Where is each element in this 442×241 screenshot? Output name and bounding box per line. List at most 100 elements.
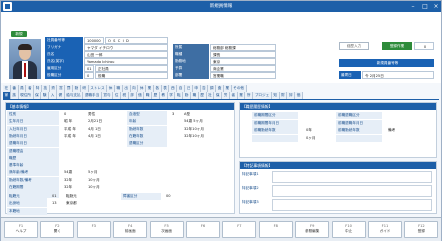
tab-secondary-item[interactable]: 勤 bbox=[183, 92, 191, 99]
function-key-f10[interactable]: F10 中止 bbox=[331, 221, 366, 238]
basic-info-value[interactable]: 平成 年 bbox=[62, 126, 76, 133]
tab-primary-item[interactable]: 向 bbox=[130, 85, 139, 92]
basic-info-value[interactable] bbox=[62, 155, 64, 162]
tab-secondary-item[interactable]: 家 bbox=[3, 92, 11, 99]
minimize-icon[interactable]: – bbox=[407, 2, 419, 11]
basic-info-value[interactable] bbox=[170, 140, 172, 147]
tab-secondary-item[interactable]: 知 bbox=[271, 92, 280, 99]
tab-primary-item[interactable]: 特 bbox=[34, 85, 42, 92]
basic-info-value[interactable]: 3 bbox=[170, 111, 174, 118]
tab-secondary-item[interactable]: 退職手当 bbox=[83, 92, 102, 99]
basic-info-value[interactable]: 54歳 bbox=[62, 169, 72, 176]
tab-primary-item[interactable]: 員 bbox=[18, 85, 27, 92]
function-key-f4[interactable]: F4 前画面 bbox=[113, 221, 148, 238]
basic-origin-code[interactable]: 13 bbox=[50, 200, 57, 207]
tab-primary-item[interactable]: 勤 bbox=[73, 85, 81, 92]
career-value[interactable] bbox=[304, 112, 306, 119]
tab-secondary-item[interactable]: 住 bbox=[113, 92, 121, 99]
tab-primary-item[interactable]: ストレス bbox=[88, 85, 108, 92]
tab-secondary-item[interactable]: 賞与 bbox=[101, 92, 114, 99]
tab-secondary-item[interactable]: 歴 bbox=[198, 92, 207, 99]
location-field[interactable]: 東京 bbox=[210, 58, 276, 65]
tab-primary-item[interactable]: 西 bbox=[169, 85, 178, 92]
emp-type-code[interactable]: 01 bbox=[84, 65, 94, 72]
emp-type-field[interactable]: 正社員 bbox=[95, 65, 168, 72]
function-key-f2[interactable]: F2 開く bbox=[40, 221, 75, 238]
tab-primary-item[interactable]: 番 bbox=[10, 85, 19, 92]
function-key-f5[interactable]: F5 次画面 bbox=[149, 221, 184, 238]
tab-primary-item[interactable]: 査 bbox=[216, 85, 224, 92]
tab-secondary-item[interactable]: プロジェ bbox=[253, 92, 272, 99]
section-field[interactable]: 営業職 bbox=[210, 72, 276, 79]
career-value[interactable] bbox=[386, 120, 388, 127]
join-date-field[interactable]: 令 2月25日 bbox=[362, 71, 434, 79]
career-value[interactable] bbox=[386, 112, 388, 119]
basic-info-value[interactable] bbox=[170, 133, 172, 140]
basic-info-value[interactable]: 昭 年 bbox=[62, 118, 72, 125]
tab-primary-item[interactable]: 在 bbox=[3, 85, 11, 92]
basic-info-value[interactable] bbox=[170, 126, 172, 133]
staff-code-field[interactable]: O S C I D bbox=[105, 37, 168, 44]
career-value[interactable]: 0ヶ月 bbox=[304, 135, 315, 142]
career-value[interactable] bbox=[304, 120, 306, 127]
tab-secondary-item[interactable]: 社 bbox=[206, 92, 215, 99]
tab-primary-item[interactable]: 賞 bbox=[57, 85, 66, 92]
basic-info-value[interactable]: 5ヶ月 bbox=[86, 169, 97, 176]
basic-info-value[interactable]: 32年10ヶ月 bbox=[182, 126, 204, 133]
basic-info-value[interactable] bbox=[182, 140, 184, 147]
tab-primary-item[interactable]: 技 bbox=[41, 85, 50, 92]
history-input-button[interactable]: 経歴入力 bbox=[339, 42, 369, 50]
basic-info-value[interactable]: 32年 bbox=[62, 177, 72, 184]
tab-secondary-item[interactable]: 教 bbox=[159, 92, 168, 99]
tab-secondary-item[interactable]: 職 bbox=[190, 92, 199, 99]
function-key-f3[interactable]: F3 bbox=[76, 221, 111, 238]
basic-info-value[interactable]: 10ヶ月 bbox=[86, 177, 100, 184]
registration-button[interactable]: 登録作業 bbox=[382, 42, 412, 50]
kana-field[interactable]: ヤマダ イチロウ bbox=[84, 44, 168, 51]
function-key-f11[interactable]: F11 ガイド bbox=[368, 221, 402, 238]
basic-info-value[interactable]: 54歳 5ヶ月 bbox=[182, 118, 203, 125]
grade-field[interactable]: 課長 bbox=[210, 51, 276, 58]
basic-info-value[interactable] bbox=[170, 118, 172, 125]
tab-primary-item[interactable]: 研 bbox=[80, 85, 89, 92]
new-info-button[interactable]: 新規員番号等 bbox=[339, 59, 434, 67]
reserve-field[interactable]: 商企業 bbox=[210, 65, 276, 72]
memo-field[interactable] bbox=[272, 199, 432, 211]
tab-secondary-item[interactable]: 職 bbox=[144, 92, 153, 99]
basic-info-value[interactable]: 4月 1日 bbox=[86, 126, 101, 133]
disability-code[interactable]: 00 bbox=[164, 193, 171, 200]
memo-field[interactable] bbox=[272, 185, 432, 197]
basic-info-value[interactable] bbox=[86, 148, 88, 155]
name-field[interactable]: 山田 一郎 bbox=[84, 51, 168, 58]
basic-info-value[interactable]: A型 bbox=[182, 111, 190, 118]
tab-secondary-item[interactable]: 者 bbox=[229, 92, 238, 99]
tab-primary-item[interactable]: 己 bbox=[184, 85, 193, 92]
tab-secondary-item[interactable]: 労 bbox=[222, 92, 230, 99]
tab-primary-item[interactable]: 調 bbox=[208, 85, 217, 92]
tab-secondary-item[interactable]: 価 bbox=[136, 92, 145, 99]
tab-primary-item[interactable]: 申 bbox=[192, 85, 201, 92]
career-value[interactable]: 備考 bbox=[386, 127, 395, 134]
tab-secondary-item[interactable]: 評 bbox=[287, 92, 296, 99]
career-value[interactable] bbox=[386, 135, 388, 142]
tab-primary-item[interactable]: 者 bbox=[26, 85, 35, 92]
tab-secondary-item[interactable]: 学 bbox=[167, 92, 176, 99]
tab-secondary-item[interactable]: 入 bbox=[49, 92, 57, 99]
roman-field[interactable]: Yamada Ichirou bbox=[84, 58, 168, 65]
basic-info-value[interactable] bbox=[62, 140, 64, 147]
basic-info-value[interactable]: 32年10ヶ月 bbox=[182, 133, 204, 140]
close-icon[interactable]: × bbox=[430, 2, 442, 11]
role-code[interactable]: 0 bbox=[84, 72, 94, 79]
basic-info-value[interactable] bbox=[62, 148, 64, 155]
basic-info-value[interactable] bbox=[86, 155, 88, 162]
basic-origin-code[interactable] bbox=[50, 208, 52, 215]
tab-secondary-item[interactable]: 歴 bbox=[152, 92, 160, 99]
function-key-f9[interactable]: F9 参照編集 bbox=[295, 221, 330, 238]
tab-secondary-item[interactable]: 族 bbox=[10, 92, 19, 99]
basic-info-value[interactable] bbox=[86, 140, 88, 147]
tab-primary-item[interactable]: 職 bbox=[114, 85, 123, 92]
memo-field[interactable] bbox=[272, 171, 432, 183]
function-key-f6[interactable]: F6 bbox=[186, 221, 220, 238]
function-key-f7[interactable]: F7 bbox=[222, 221, 257, 238]
tab-primary-item[interactable]: 業 bbox=[223, 85, 232, 92]
